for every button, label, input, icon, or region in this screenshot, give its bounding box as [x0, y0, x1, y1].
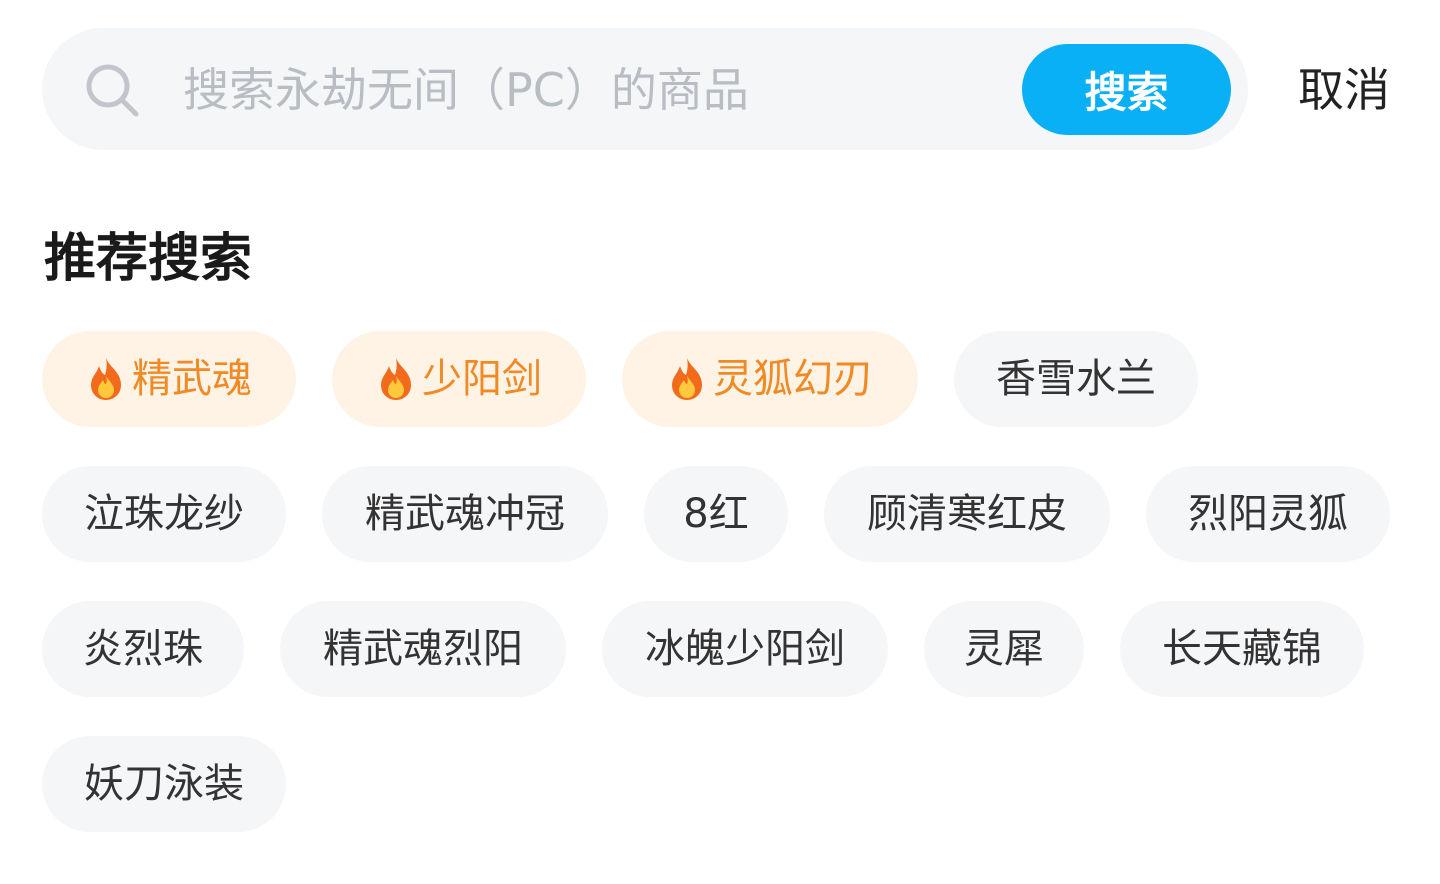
recommend-tag[interactable]: 灵犀	[924, 601, 1084, 697]
tag-label: 少阳剑	[422, 356, 542, 402]
search-icon	[86, 64, 139, 117]
tag-label: 灵狐幻刃	[713, 356, 873, 402]
search-button[interactable]: 搜索	[1022, 44, 1231, 135]
tag-label: 泣珠龙纱	[84, 491, 244, 537]
recommend-tag-hot[interactable]: 精武魂	[42, 331, 296, 427]
recommend-tag[interactable]: 香雪水兰	[954, 331, 1198, 427]
tag-label: 妖刀泳装	[84, 761, 244, 807]
tag-label: 8红	[683, 491, 749, 537]
tag-label: 精武魂	[132, 356, 252, 402]
tag-label: 炎烈珠	[83, 626, 203, 672]
recommend-tag-hot[interactable]: 灵狐幻刃	[622, 331, 918, 427]
recommend-tag[interactable]: 炎烈珠	[42, 601, 244, 697]
tag-label: 长天藏锦	[1162, 626, 1322, 672]
tag-label: 烈阳灵狐	[1188, 491, 1348, 537]
fire-icon	[91, 358, 121, 400]
recommend-tag-hot[interactable]: 少阳剑	[332, 331, 586, 427]
recommend-tag[interactable]: 顾清寒红皮	[824, 466, 1110, 562]
tag-label: 冰魄少阳剑	[645, 626, 845, 672]
search-input[interactable]	[183, 60, 983, 120]
recommend-tag[interactable]: 烈阳灵狐	[1146, 466, 1390, 562]
tag-label: 顾清寒红皮	[867, 491, 1067, 537]
recommend-tag[interactable]: 泣珠龙纱	[42, 466, 286, 562]
recommend-tag[interactable]: 精武魂冲冠	[322, 466, 608, 562]
fire-icon	[672, 358, 702, 400]
tag-label: 精武魂烈阳	[323, 626, 523, 672]
recommend-tag[interactable]: 精武魂烈阳	[280, 601, 566, 697]
tag-label: 香雪水兰	[996, 356, 1156, 402]
recommend-tag[interactable]: 妖刀泳装	[42, 736, 286, 832]
fire-icon	[381, 358, 411, 400]
recommend-tag[interactable]: 8红	[644, 466, 788, 562]
recommend-title: 推荐搜索	[44, 229, 253, 289]
cancel-button[interactable]: 取消	[1298, 60, 1390, 120]
recommend-tag[interactable]: 长天藏锦	[1120, 601, 1364, 697]
tag-label: 灵犀	[964, 626, 1044, 672]
recommend-tag[interactable]: 冰魄少阳剑	[602, 601, 888, 697]
tag-label: 精武魂冲冠	[365, 491, 565, 537]
